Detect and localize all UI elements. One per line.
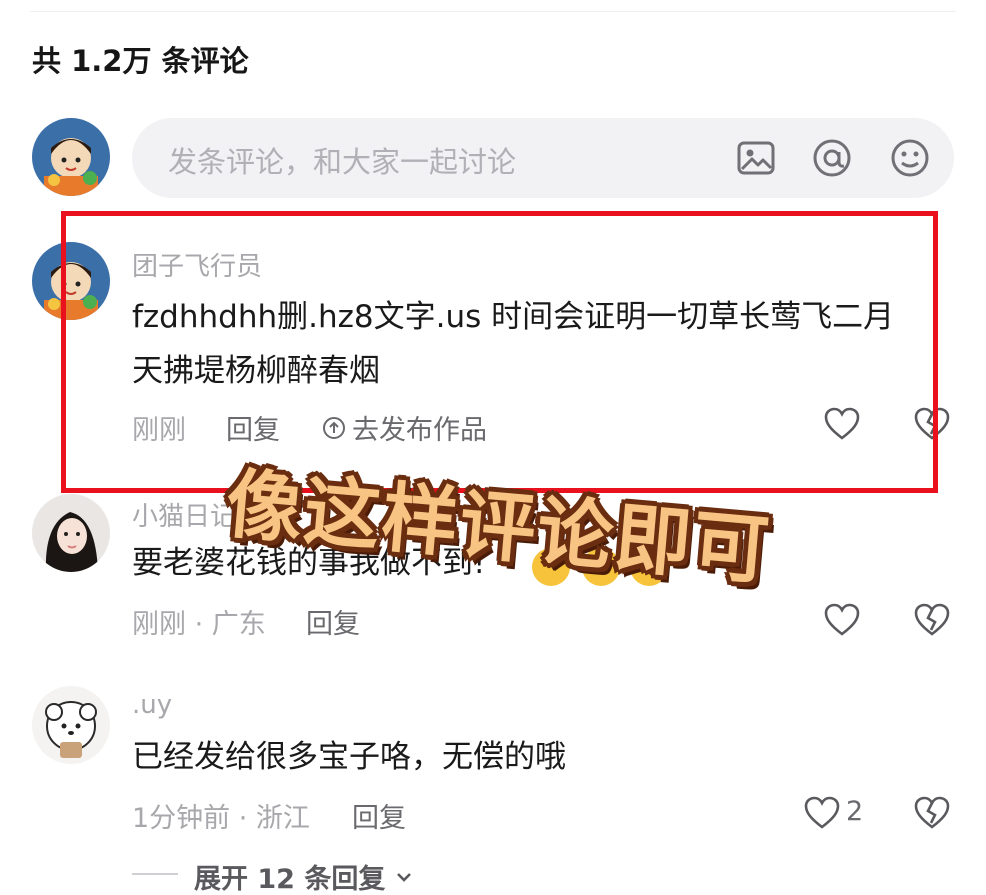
like-heart-icon[interactable] (802, 793, 842, 833)
comment-count-title: 共 1.2万 条评论 (32, 44, 249, 78)
image-icon[interactable] (734, 136, 778, 180)
comment-timestamp: 刚刚 · 广东 (132, 609, 266, 640)
top-divider (30, 11, 956, 12)
like-heart-icon[interactable] (822, 600, 862, 640)
my-avatar[interactable] (32, 118, 110, 196)
emoji-icon[interactable] (888, 136, 932, 180)
comment-username[interactable]: .uy (132, 690, 172, 720)
highlight-box (61, 211, 938, 493)
like-count: 2 (846, 796, 864, 827)
comment-avatar[interactable] (32, 494, 110, 572)
comment-text: 已经发给很多宝子咯，无偿的哦 (132, 739, 566, 775)
expand-replies-label: 展开 12 条回复 (194, 864, 386, 895)
comment-input[interactable]: 发条评论，和大家一起讨论 (132, 118, 954, 198)
expand-divider (132, 873, 178, 875)
chevron-down-icon (397, 872, 412, 882)
dislike-broken-heart-icon[interactable] (912, 793, 952, 833)
comment-username[interactable]: 小猫日记 (132, 496, 236, 533)
comment-avatar[interactable] (32, 686, 110, 764)
dislike-broken-heart-icon[interactable] (912, 600, 952, 640)
reply-button[interactable]: 回复 (352, 796, 406, 835)
comment-timestamp: 1分钟前 · 浙江 (132, 803, 310, 834)
comment-input-placeholder: 发条评论，和大家一起讨论 (168, 145, 517, 179)
expand-replies-button[interactable]: 展开 12 条回复 (194, 857, 415, 895)
reply-button[interactable]: 回复 (306, 602, 360, 641)
at-icon[interactable] (810, 136, 854, 180)
